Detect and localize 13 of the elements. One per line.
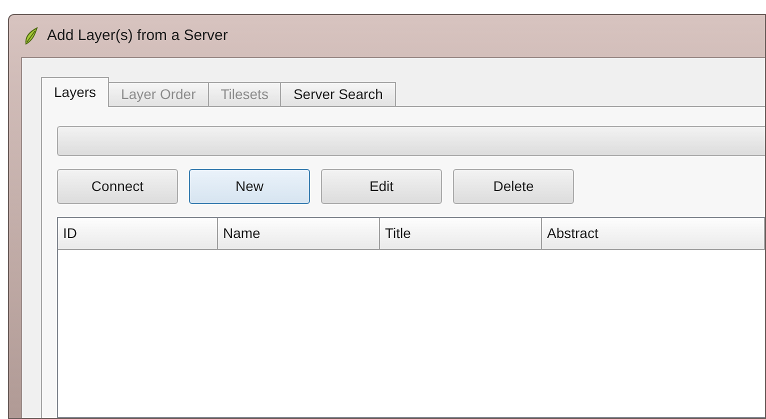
toolbar-button[interactable]: Edit: [321, 169, 442, 204]
toolbar-button[interactable]: Connect: [57, 169, 178, 204]
connection-dropdown[interactable]: [57, 126, 765, 156]
column-header[interactable]: Name: [218, 218, 380, 250]
tab[interactable]: Layers: [41, 77, 110, 107]
window-title: Add Layer(s) from a Server: [47, 26, 228, 46]
toolbar-button[interactable]: Delete: [453, 169, 574, 204]
tab[interactable]: Server Search: [280, 82, 396, 107]
leaf-app-icon: [23, 27, 39, 45]
column-header[interactable]: ID: [58, 218, 218, 250]
toolbar-button[interactable]: New: [189, 169, 310, 204]
column-header[interactable]: Abstract: [542, 218, 765, 250]
column-header[interactable]: Title: [380, 218, 542, 250]
